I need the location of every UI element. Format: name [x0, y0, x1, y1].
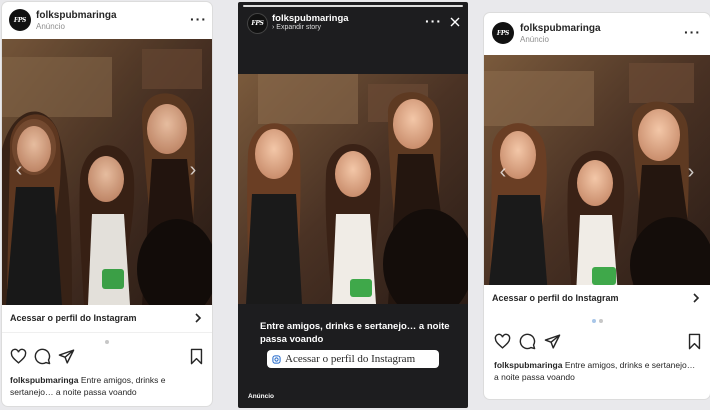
post-caption: folkspubmaringa Entre amigos, drinks e s…	[494, 359, 702, 383]
action-bar	[2, 348, 212, 368]
story-progress-bar	[243, 5, 463, 7]
close-icon[interactable]	[450, 17, 460, 27]
story-cta-label: Acessar o perfil do Instagram	[285, 353, 416, 365]
carousel-dots	[2, 340, 212, 344]
chevron-right-icon	[693, 293, 700, 303]
username[interactable]: folkspubmaringa	[520, 23, 601, 34]
comment-icon[interactable]	[34, 348, 51, 365]
brand-avatar[interactable]: FPS	[9, 9, 31, 31]
photo-illustration	[484, 55, 710, 295]
photo-illustration	[2, 39, 212, 305]
cta-bar[interactable]: Acessar o perfil do Instagram	[484, 285, 710, 313]
cta-label: Acessar o perfil do Instagram	[492, 293, 619, 303]
instagram-icon	[272, 354, 281, 364]
story-preview: FPS folkspubmaringa › Expandir story ···…	[238, 2, 468, 408]
story-caption: Entre amigos, drinks e sertanejo… a noit…	[260, 321, 450, 345]
share-icon[interactable]	[58, 348, 75, 365]
comment-icon[interactable]	[519, 333, 536, 350]
sponsored-label: Anúncio	[248, 393, 274, 400]
more-icon[interactable]: ···	[684, 25, 701, 39]
caption-username[interactable]: folkspubmaringa	[494, 360, 562, 370]
carousel-prev-arrow[interactable]: ‹	[12, 157, 26, 183]
carousel-next-arrow[interactable]: ›	[186, 157, 200, 183]
caption-username[interactable]: folkspubmaringa	[10, 375, 78, 385]
post-header: FPS folkspubmaringa Anúncio ···	[484, 13, 710, 53]
carousel-next-arrow[interactable]: ›	[684, 159, 698, 185]
chevron-right-icon	[195, 313, 202, 323]
sponsored-label: Anúncio	[36, 22, 65, 31]
ad-photo[interactable]: ‹ ›	[2, 39, 212, 305]
ad-photo[interactable]: ‹ ›	[484, 55, 710, 295]
brand-avatar[interactable]: FPS	[248, 14, 267, 33]
photo-illustration	[238, 74, 468, 304]
carousel-prev-arrow[interactable]: ‹	[496, 159, 510, 185]
action-bar	[484, 333, 710, 353]
bookmark-icon[interactable]	[188, 348, 205, 365]
bookmark-icon[interactable]	[686, 333, 703, 350]
expand-story-link[interactable]: › Expandir story	[272, 24, 321, 31]
post-header: FPS folkspubmaringa Anúncio ···	[2, 2, 212, 38]
cta-bar[interactable]: Acessar o perfil do Instagram	[2, 305, 212, 333]
feed-preview-right: FPS folkspubmaringa Anúncio ··· ‹ › Aces…	[484, 13, 710, 399]
carousel-dots	[484, 319, 710, 323]
more-icon[interactable]: ···	[190, 12, 207, 26]
feed-preview-left: FPS folkspubmaringa Anúncio ··· ‹ › Aces…	[2, 2, 212, 406]
more-icon[interactable]: ···	[425, 14, 442, 28]
share-icon[interactable]	[544, 333, 561, 350]
username[interactable]: folkspubmaringa	[272, 13, 349, 24]
story-photo[interactable]	[238, 74, 468, 304]
username[interactable]: folkspubmaringa	[36, 10, 117, 21]
brand-avatar[interactable]: FPS	[492, 22, 514, 44]
sponsored-label: Anúncio	[520, 35, 549, 44]
heart-icon[interactable]	[494, 333, 511, 350]
heart-icon[interactable]	[10, 348, 27, 365]
story-cta-button[interactable]: Acessar o perfil do Instagram	[267, 350, 439, 368]
cta-label: Acessar o perfil do Instagram	[10, 313, 137, 323]
post-caption: folkspubmaringa Entre amigos, drinks e s…	[10, 374, 206, 398]
